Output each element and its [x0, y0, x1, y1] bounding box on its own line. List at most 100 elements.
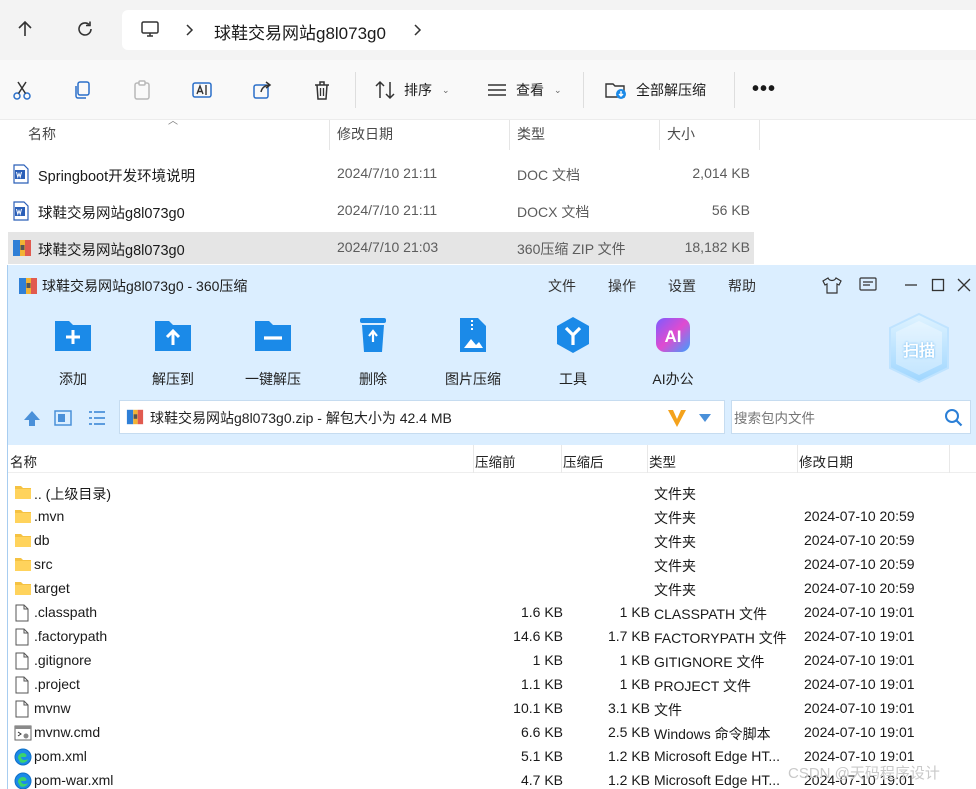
- up-button[interactable]: [10, 14, 40, 44]
- chevron-right-icon[interactable]: [412, 22, 424, 38]
- list-view-icon[interactable]: [87, 409, 107, 427]
- sort-button[interactable]: 排序 ⌄: [374, 78, 450, 102]
- column-header-modified[interactable]: 修改日期: [337, 120, 393, 150]
- folder-icon: [14, 508, 32, 527]
- tool-label: 图片压缩: [445, 371, 501, 387]
- entry-size: 14.6 KB: [513, 628, 563, 644]
- refresh-button[interactable]: [70, 14, 100, 44]
- tools-button[interactable]: 工具: [533, 315, 613, 389]
- column-header-size[interactable]: 压缩前: [475, 451, 516, 471]
- minimize-icon: [905, 284, 917, 286]
- archive-row[interactable]: src 文件夹 2024-07-10 20:59: [8, 553, 976, 577]
- feedback-button[interactable]: [858, 275, 878, 295]
- dropdown-arrow-icon[interactable]: [698, 413, 712, 423]
- scan-button[interactable]: 扫描: [886, 311, 952, 385]
- file-row[interactable]: 球鞋交易网站g8l073g0 2024/7/10 21:11 DOCX 文档 5…: [8, 195, 754, 227]
- more-options-button[interactable]: •••: [752, 78, 776, 101]
- column-header-modified[interactable]: 修改日期: [799, 451, 853, 471]
- entry-type: 文件夹: [654, 510, 696, 526]
- menu-settings[interactable]: 设置: [668, 276, 696, 296]
- column-header-size[interactable]: 大小: [667, 120, 695, 150]
- archive-row[interactable]: db 文件夹 2024-07-10 20:59: [8, 529, 976, 553]
- thumbnail-view-icon[interactable]: [53, 409, 73, 427]
- archive-path-field[interactable]: 球鞋交易网站g8l073g0.zip - 解包大小为 42.4 MB: [119, 400, 725, 434]
- entry-name: .project: [34, 676, 80, 692]
- trash-icon: [315, 81, 329, 100]
- entry-name: mvnw.cmd: [34, 724, 101, 740]
- file-icon: [14, 652, 30, 673]
- up-level-icon[interactable]: [22, 409, 42, 427]
- address-path[interactable]: 球鞋交易网站g8l073g0: [214, 19, 386, 44]
- folder-icon: [14, 580, 32, 599]
- edge-icon: [14, 772, 32, 789]
- image-compress-button[interactable]: 图片压缩: [433, 315, 513, 389]
- close-icon: [957, 278, 971, 292]
- search-icon[interactable]: [944, 408, 964, 428]
- menu-operation[interactable]: 操作: [608, 276, 636, 296]
- column-header-type[interactable]: 类型: [517, 120, 545, 150]
- column-header-type[interactable]: 类型: [649, 451, 676, 471]
- paste-button[interactable]: [130, 78, 154, 102]
- archive-row[interactable]: .. (上级目录) 文件夹: [8, 481, 976, 505]
- toolbar-divider: [583, 72, 584, 108]
- rename-button[interactable]: [190, 78, 214, 102]
- archive-row[interactable]: .mvn 文件夹 2024-07-10 20:59: [8, 505, 976, 529]
- view-button[interactable]: 查看 ⌄: [486, 78, 562, 102]
- copy-button[interactable]: [70, 78, 94, 102]
- view-label: 查看: [516, 82, 544, 98]
- archive-row[interactable]: target 文件夹 2024-07-10 20:59: [8, 577, 976, 601]
- close-button[interactable]: [954, 275, 974, 295]
- file-type: 360压缩 ZIP 文件: [517, 241, 626, 257]
- entry-compressed-size: 3.1 KB: [607, 700, 650, 716]
- share-button[interactable]: [250, 78, 274, 102]
- file-name: Springboot开发环境说明: [38, 169, 196, 185]
- delete-button[interactable]: [310, 78, 334, 102]
- menu-help[interactable]: 帮助: [728, 276, 756, 296]
- skin-button[interactable]: [822, 275, 842, 295]
- archive-search-box[interactable]: [731, 400, 971, 434]
- file-type: DOCX 文档: [517, 204, 590, 220]
- entry-type: PROJECT 文件: [654, 678, 751, 694]
- tools-icon: [557, 317, 589, 353]
- entry-name: .. (上级目录): [34, 486, 111, 502]
- column-header-compressed[interactable]: 压缩后: [563, 451, 604, 471]
- maximize-button[interactable]: [928, 275, 948, 295]
- cut-button[interactable]: [10, 78, 34, 102]
- archive-row[interactable]: .gitignore 1 KB 1 KB GITIGNORE 文件 2024-07-10…: [8, 649, 976, 673]
- entry-type: Microsoft Edge HT...: [654, 748, 781, 764]
- column-divider: [759, 120, 760, 150]
- search-input[interactable]: [734, 407, 934, 429]
- file-icon: [14, 676, 30, 697]
- tool-label: 添加: [59, 371, 87, 387]
- archive-row[interactable]: mvnw.cmd 6.6 KB 2.5 KB Windows 命令脚本 2024-07-…: [8, 721, 976, 745]
- minimize-button[interactable]: [901, 275, 921, 295]
- folder-icon: [14, 556, 32, 575]
- file-row-selected[interactable]: 球鞋交易网站g8l073g0 2024/7/10 21:03 360压缩 ZIP…: [8, 232, 754, 264]
- watermark: CSDN @天码程序设计: [788, 765, 940, 782]
- address-row: 球鞋交易网站g8l073g0: [0, 0, 976, 60]
- command-bar: 排序 ⌄ 查看 ⌄ 全部解压缩: [0, 60, 976, 120]
- refresh-icon: [78, 21, 92, 36]
- menu-file[interactable]: 文件: [548, 276, 576, 296]
- column-header-name[interactable]: 名称: [10, 451, 37, 471]
- file-row[interactable]: Springboot开发环境说明 2024/7/10 21:11 DOC 文档 …: [8, 158, 754, 190]
- ai-office-button[interactable]: AI AI办公: [633, 315, 713, 389]
- column-header-name[interactable]: 名称: [28, 120, 56, 150]
- file-size: 56 KB: [711, 202, 750, 218]
- archive-row[interactable]: .classpath 1.6 KB 1 KB CLASSPATH 文件 2024-07-…: [8, 601, 976, 625]
- extract-to-button[interactable]: 解压到: [133, 315, 213, 389]
- archive-row[interactable]: mvnw 10.1 KB 3.1 KB 文件 2024-07-10 19:01: [8, 697, 976, 721]
- address-bar[interactable]: 球鞋交易网站g8l073g0: [122, 10, 976, 50]
- one-click-extract-button[interactable]: 一键解压: [233, 315, 313, 389]
- chevron-right-icon[interactable]: [184, 22, 196, 38]
- file-name: 球鞋交易网站g8l073g0: [38, 206, 185, 222]
- entry-type: FACTORYPATH 文件: [654, 630, 787, 646]
- add-button[interactable]: 添加: [33, 315, 113, 389]
- extract-all-button[interactable]: 全部解压缩: [604, 78, 706, 102]
- archive-file-list: 名称 压缩前 压缩后 类型 修改日期 .. (上级目录) 文件夹 .mvn 文件夹 20…: [8, 445, 976, 789]
- word-doc-icon: [13, 201, 29, 221]
- entry-type: 文件夹: [654, 582, 696, 598]
- archive-row[interactable]: .project 1.1 KB 1 KB PROJECT 文件 2024-07-10 1…: [8, 673, 976, 697]
- delete-archive-button[interactable]: 删除: [333, 315, 413, 389]
- archive-row[interactable]: .factorypath 14.6 KB 1.7 KB FACTORYPATH 文件 2…: [8, 625, 976, 649]
